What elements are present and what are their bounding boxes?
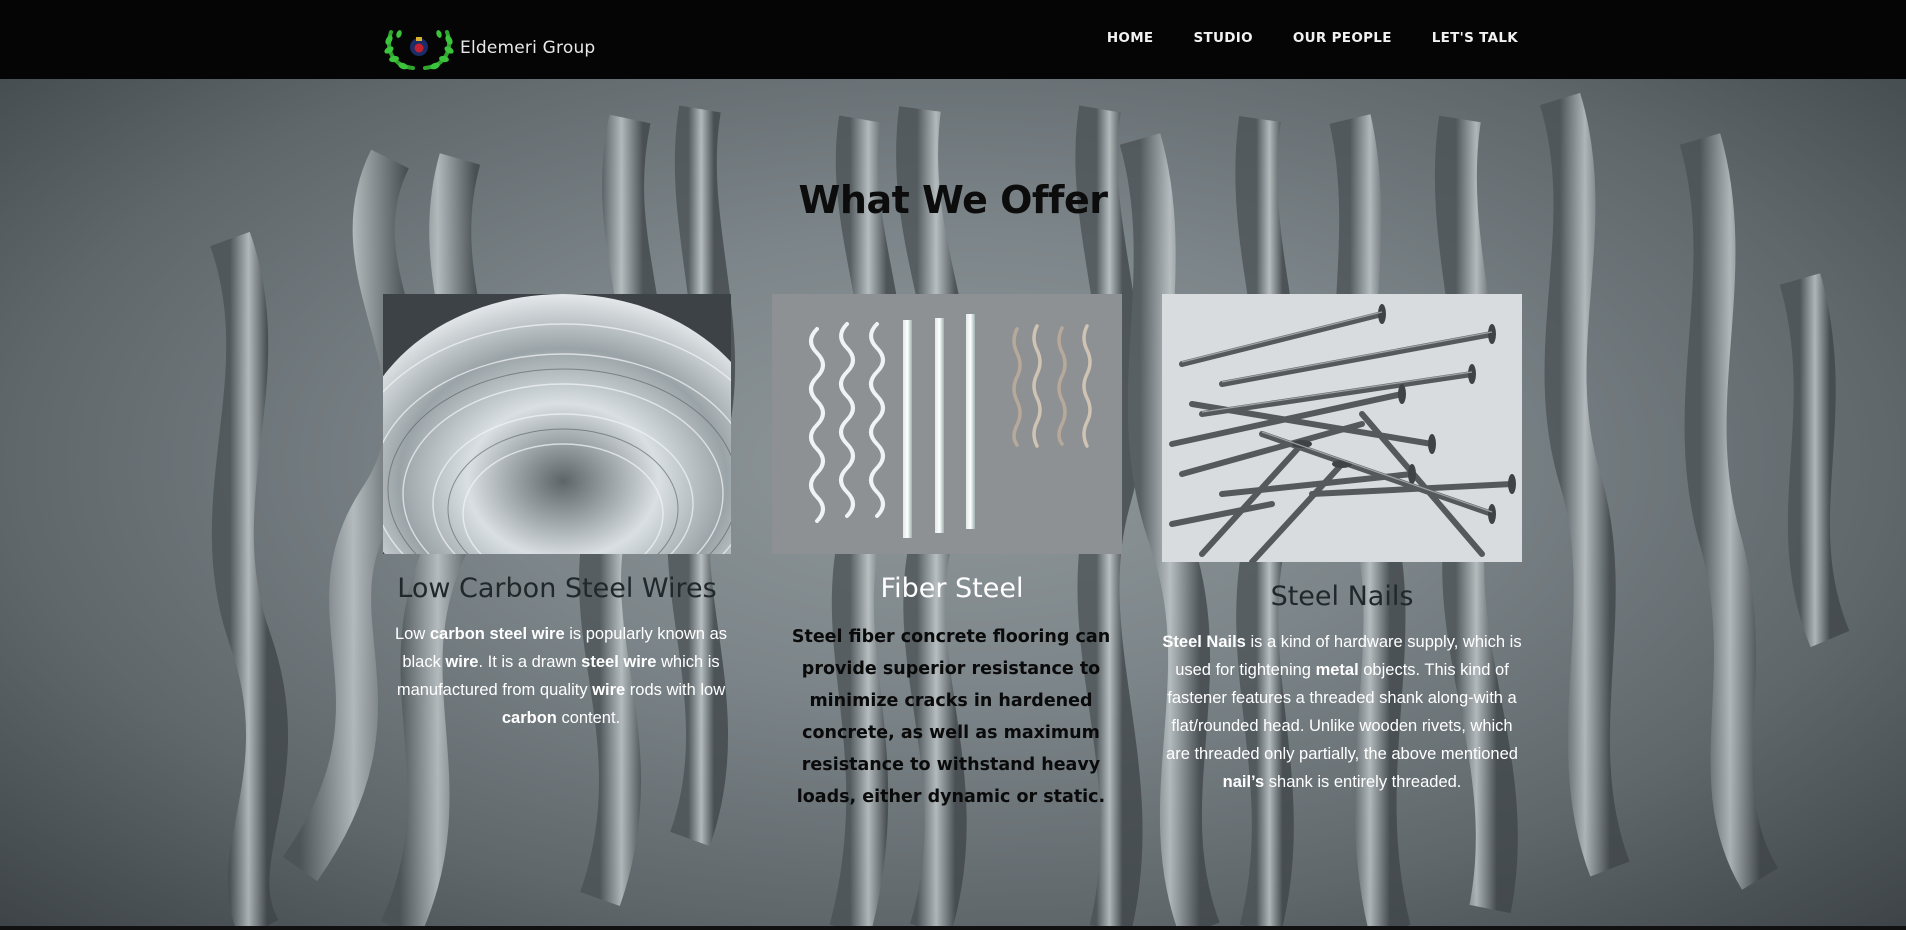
nav-studio[interactable]: STUDIO xyxy=(1193,30,1252,46)
nav-our-people[interactable]: OUR PEOPLE xyxy=(1293,30,1392,46)
card-title-low-carbon-steel-wires[interactable]: Low Carbon Steel Wires xyxy=(383,573,731,604)
nav-home[interactable]: HOME xyxy=(1107,30,1154,46)
card-title-fiber-steel[interactable]: Fiber Steel xyxy=(772,573,1132,604)
nav-lets-talk[interactable]: LET'S TALK xyxy=(1432,30,1518,46)
text-fragment: rods with low xyxy=(625,681,726,699)
card-title-steel-nails[interactable]: Steel Nails xyxy=(1162,581,1522,612)
bold-keyword: steel wire xyxy=(581,653,657,671)
text-fragment: Low xyxy=(394,625,430,643)
top-navigation-bar: Eldemeri Group HOME STUDIO OUR PEOPLE LE… xyxy=(0,0,1906,79)
text-fragment: shank is entirely threaded. xyxy=(1264,773,1462,791)
brand-name[interactable]: Eldemeri Group xyxy=(460,38,595,58)
bold-keyword: wire xyxy=(592,681,626,699)
bold-keyword: wire xyxy=(445,653,479,671)
section-heading: What We Offer xyxy=(798,178,1108,222)
bold-keyword: metal xyxy=(1315,661,1359,679)
card-description-steel-nails: Steel Nails is a kind of hardware supply… xyxy=(1160,628,1524,796)
card-description-low-carbon-steel-wires: Low carbon steel wire is popularly known… xyxy=(390,620,732,732)
bottom-divider xyxy=(0,926,1906,930)
text-fragment: content. xyxy=(556,709,621,727)
laurel-logo-icon[interactable] xyxy=(383,26,455,72)
bold-keyword: carbon xyxy=(501,709,557,727)
main-nav: HOME STUDIO OUR PEOPLE LET'S TALK xyxy=(1107,30,1518,46)
steel-nails-image xyxy=(1162,294,1522,562)
steel-fibers-image xyxy=(772,294,1122,554)
steel-wire-coil-image xyxy=(383,294,731,554)
bold-keyword: Steel Nails xyxy=(1162,633,1246,651)
text-fragment: . It is a drawn xyxy=(478,653,582,671)
card-description-fiber-steel: Steel fiber concrete flooring can provid… xyxy=(791,627,1111,807)
bold-keyword: nail’s xyxy=(1222,773,1265,791)
bold-keyword: carbon steel wire xyxy=(429,625,565,643)
